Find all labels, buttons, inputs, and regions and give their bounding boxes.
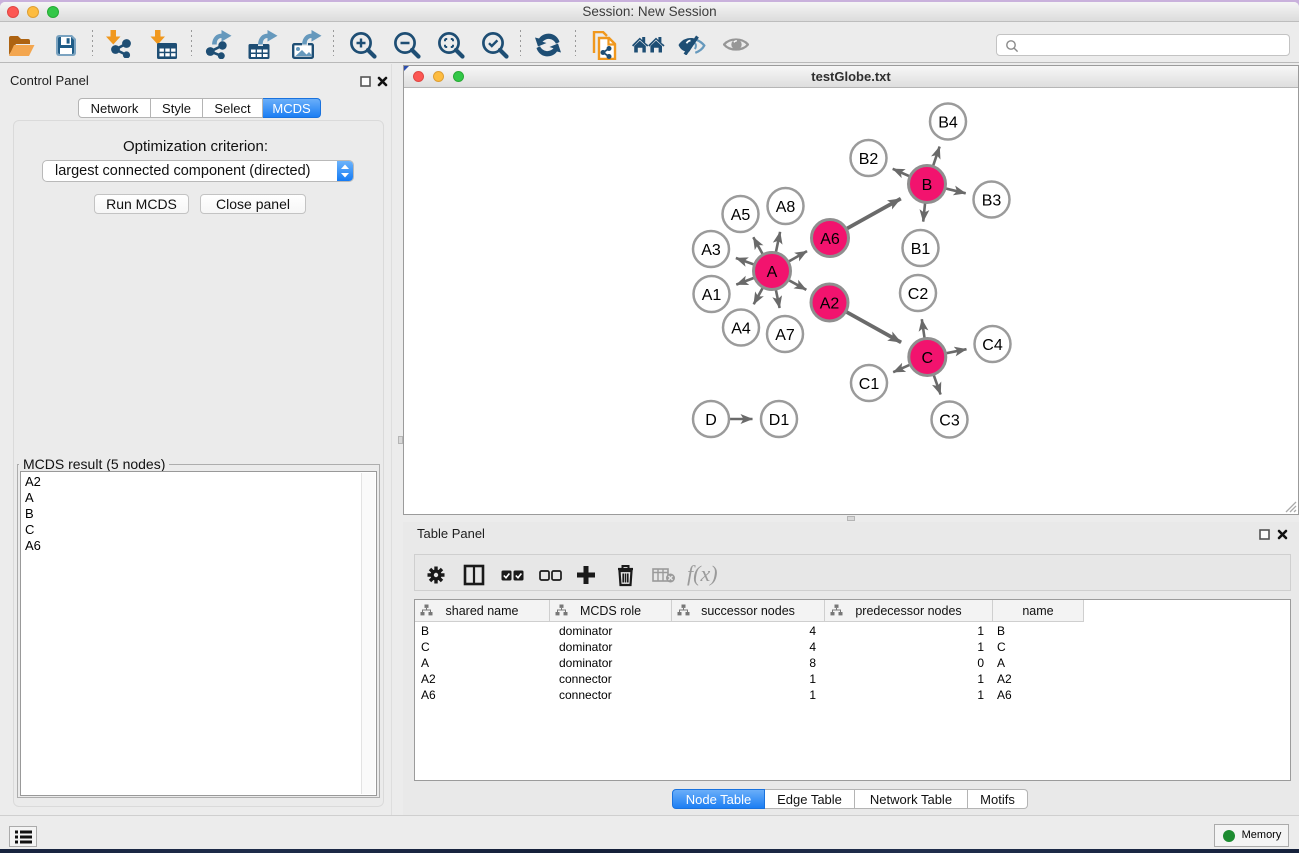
svg-text:A7: A7 [775, 327, 795, 344]
svg-text:A3: A3 [701, 242, 721, 259]
svg-text:A8: A8 [776, 199, 796, 216]
svg-text:B1: B1 [911, 241, 931, 258]
svg-text:C3: C3 [939, 412, 960, 429]
svg-text:D: D [705, 412, 717, 429]
svg-text:A4: A4 [731, 320, 751, 337]
svg-text:A6: A6 [820, 231, 840, 248]
svg-text:C4: C4 [982, 337, 1003, 354]
svg-text:A2: A2 [820, 295, 840, 312]
svg-text:B: B [922, 177, 933, 194]
svg-text:B2: B2 [859, 151, 879, 168]
svg-text:A5: A5 [731, 207, 751, 224]
svg-text:C1: C1 [859, 376, 880, 393]
svg-text:A: A [767, 264, 778, 281]
svg-text:A1: A1 [702, 287, 722, 304]
svg-text:C2: C2 [908, 286, 929, 303]
svg-text:B3: B3 [982, 192, 1002, 209]
svg-text:D1: D1 [769, 412, 790, 429]
svg-text:C: C [922, 350, 934, 367]
svg-text:B4: B4 [938, 114, 958, 131]
